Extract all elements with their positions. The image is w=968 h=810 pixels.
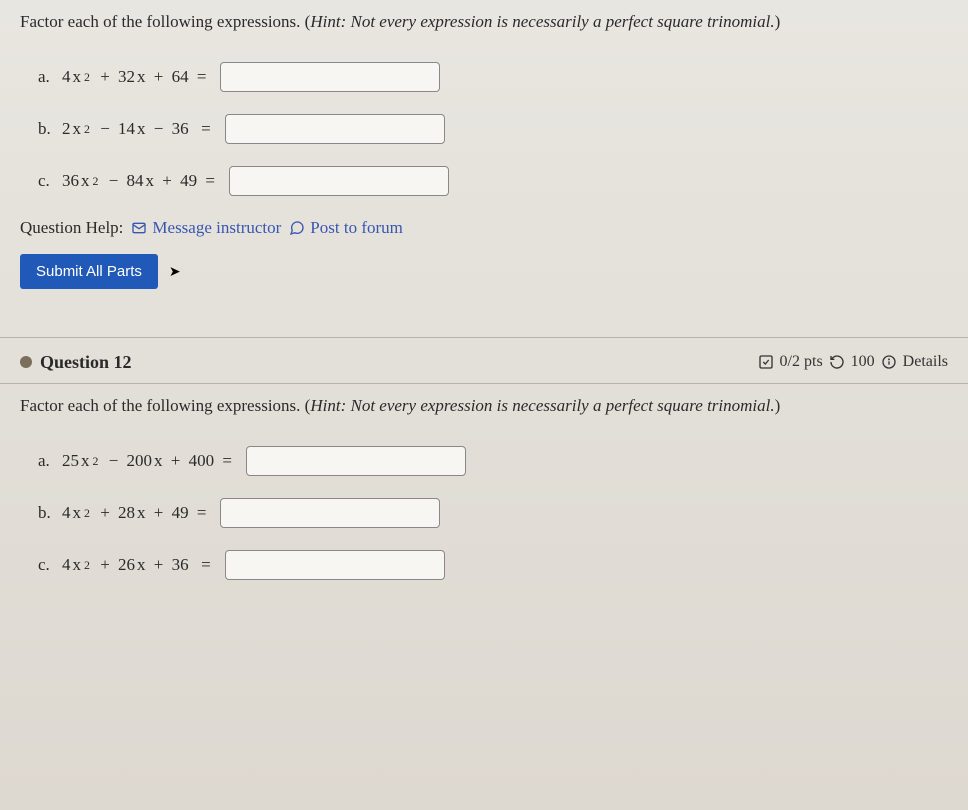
- question-11-prompt: Factor each of the following expressions…: [20, 10, 948, 34]
- cursor-icon: ➤: [162, 265, 181, 280]
- prompt-end: ): [775, 12, 781, 31]
- mail-icon: [131, 220, 147, 236]
- part-a-row: a. 4x2 + 32x + 64 =: [38, 62, 948, 92]
- q12-part-b-expression: 4x2 + 28x + 49 =: [62, 503, 206, 523]
- message-instructor-link[interactable]: Message instructor: [131, 218, 281, 238]
- q12-part-a-row: a. 25x2 − 200x + 400 =: [38, 446, 948, 476]
- part-b-label: b.: [38, 119, 56, 139]
- question-12-header: Question 12 0/2 pts 100 Details: [0, 338, 968, 384]
- part-b-input[interactable]: [225, 114, 445, 144]
- checkbox-icon: [758, 354, 774, 370]
- q12-part-a-expression: 25x2 − 200x + 400 =: [62, 451, 232, 471]
- comment-icon: [289, 220, 305, 236]
- question-11-block: Factor each of the following expressions…: [0, 0, 968, 307]
- q12-part-c-expression: 4x2 + 26x + 36 =: [62, 555, 211, 575]
- q12-part-c-input[interactable]: [225, 550, 445, 580]
- part-a-label: a.: [38, 67, 56, 87]
- q12-part-b-label: b.: [38, 503, 56, 523]
- q12-part-b-input[interactable]: [220, 498, 440, 528]
- question-12-parts: a. 25x2 − 200x + 400 = b. 4x2 + 28x + 49…: [20, 446, 948, 580]
- prompt-text: Factor each of the following expressions…: [20, 12, 310, 31]
- prompt-end: ): [775, 396, 781, 415]
- details-link[interactable]: Details: [903, 353, 948, 371]
- question-12-block: Factor each of the following expressions…: [0, 384, 968, 620]
- part-c-label: c.: [38, 171, 56, 191]
- score-text: 0/2 pts: [780, 353, 823, 371]
- q12-part-c-label: c.: [38, 555, 56, 575]
- question-12-title: Question 12: [40, 352, 132, 373]
- question-11-parts: a. 4x2 + 32x + 64 = b. 2x2 − 14x − 36 = …: [20, 62, 948, 196]
- part-b-expression: 2x2 − 14x − 36 =: [62, 119, 211, 139]
- prompt-hint: Hint: Not every expression is necessaril…: [310, 396, 774, 415]
- q12-part-a-label: a.: [38, 451, 56, 471]
- part-a-input[interactable]: [220, 62, 440, 92]
- prompt-hint: Hint: Not every expression is necessaril…: [310, 12, 774, 31]
- retries-text: 100: [851, 353, 875, 371]
- question-12-header-right: 0/2 pts 100 Details: [758, 353, 948, 371]
- retry-icon: [829, 354, 845, 370]
- question-help-line: Question Help: Message instructor Post t…: [20, 218, 948, 238]
- prompt-text: Factor each of the following expressions…: [20, 396, 310, 415]
- submit-all-parts-button[interactable]: Submit All Parts: [20, 254, 158, 289]
- status-dot-icon: [20, 356, 32, 368]
- info-icon: [881, 354, 897, 370]
- part-a-expression: 4x2 + 32x + 64 =: [62, 67, 206, 87]
- part-c-row: c. 36x2 − 84x + 49 =: [38, 166, 948, 196]
- question-12-header-left: Question 12: [20, 352, 132, 373]
- question-help-label: Question Help:: [20, 218, 123, 238]
- question-12-prompt: Factor each of the following expressions…: [20, 394, 948, 418]
- part-b-row: b. 2x2 − 14x − 36 =: [38, 114, 948, 144]
- q12-part-a-input[interactable]: [246, 446, 466, 476]
- q12-part-b-row: b. 4x2 + 28x + 49 =: [38, 498, 948, 528]
- post-forum-link[interactable]: Post to forum: [289, 218, 403, 238]
- part-c-input[interactable]: [229, 166, 449, 196]
- q12-part-c-row: c. 4x2 + 26x + 36 =: [38, 550, 948, 580]
- part-c-expression: 36x2 − 84x + 49 =: [62, 171, 215, 191]
